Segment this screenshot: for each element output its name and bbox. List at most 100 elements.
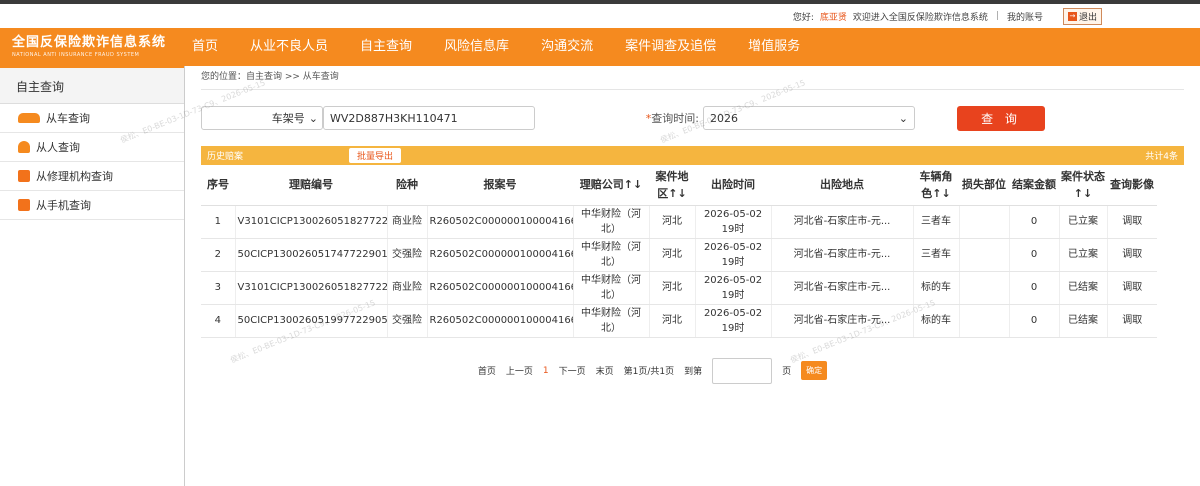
cell-claim-no: V3101CICP130026051827722907196: [235, 271, 388, 305]
col-header-sortable[interactable]: 案件地区↑↓: [649, 165, 695, 206]
table-header-bar: 历史赔案 批量导出 共计4条: [201, 146, 1184, 165]
search-row: 车架号 ⌄ *查询时间: 2026 ⌄ 查 询: [201, 90, 1184, 146]
cell-region: 河北: [649, 238, 696, 272]
cell-settle-amount: 0: [1009, 271, 1060, 305]
brand-cn: 全国反保险欺诈信息系统: [12, 35, 167, 50]
page-last[interactable]: 末页: [596, 364, 614, 377]
cell-report-no: R260502C00000010000416684: [427, 304, 574, 338]
col-header: 险种: [387, 165, 427, 206]
retrieve-image-link[interactable]: 调取: [1107, 304, 1157, 338]
col-header-sortable[interactable]: 车辆角色↑↓: [913, 165, 959, 206]
nav-value-added[interactable]: 增值服务: [732, 28, 816, 66]
table-row: 3 V3101CICP130026051827722907196 商业险 R26…: [201, 271, 1157, 305]
cell-index: 2: [201, 238, 236, 272]
cell-company: 中华财险（河北）: [573, 205, 650, 239]
sidebar-title: 自主查询: [0, 66, 184, 104]
cell-damage-part: [959, 238, 1010, 272]
col-header: 序号: [201, 165, 235, 206]
query-button[interactable]: 查 询: [957, 105, 1045, 131]
sidebar-item-label: 从手机查询: [36, 199, 91, 212]
chevron-down-icon: ⌄: [308, 111, 318, 125]
retrieve-image-link[interactable]: 调取: [1107, 205, 1157, 239]
cell-settle-amount: 0: [1009, 304, 1060, 338]
main-nav: 全国反保险欺诈信息系统 NATIONAL ANTI INSURANCE FRAU…: [0, 28, 1200, 66]
search-type-value: 车架号: [271, 112, 305, 125]
cell-index: 3: [201, 271, 236, 305]
col-header: 损失部位: [959, 165, 1009, 206]
cell-damage-part: [959, 271, 1010, 305]
cell-case-status: 已立案: [1059, 238, 1108, 272]
query-time-label: *查询时间:: [635, 110, 703, 126]
query-time-select[interactable]: 2026 ⌄: [703, 106, 915, 130]
sidebar-item-phone-query[interactable]: 从手机查询: [0, 191, 184, 220]
phone-icon: [18, 199, 30, 211]
page-jump-input[interactable]: [712, 357, 773, 384]
logout-label: 退出: [1078, 12, 1097, 23]
cell-company: 中华财险（河北）: [573, 304, 650, 338]
logout-button[interactable]: → 退出: [1062, 7, 1102, 25]
batch-export-button[interactable]: 批量导出: [349, 148, 402, 163]
brand-logo: 全国反保险欺诈信息系统 NATIONAL ANTI INSURANCE FRAU…: [0, 28, 178, 66]
cell-damage-part: [959, 304, 1010, 338]
col-header: 出险地点: [771, 165, 913, 206]
person-icon: [18, 141, 30, 153]
car-icon: [18, 113, 40, 123]
table-header-row: 序号 理赔编号 险种 报案号 理赔公司↑↓ 案件地区↑↓ 出险时间 出险地点 车…: [201, 165, 1157, 206]
cell-accident-time: 2026-05-02 19时: [695, 205, 772, 239]
col-header-sortable[interactable]: 案件状态↑↓: [1059, 165, 1107, 206]
cell-accident-location: 河北省-石家庄市-元...: [771, 238, 914, 272]
cell-accident-location: 河北省-石家庄市-元...: [771, 271, 914, 305]
cell-accident-location: 河北省-石家庄市-元...: [771, 205, 914, 239]
sidebar-item-vehicle-query[interactable]: 从车查询: [0, 104, 184, 133]
cell-accident-time: 2026-05-02 19时: [695, 271, 772, 305]
repair-shop-icon: [18, 170, 30, 182]
retrieve-image-link[interactable]: 调取: [1107, 238, 1157, 272]
page-confirm-button[interactable]: 确定: [801, 361, 828, 380]
cell-index: 4: [201, 304, 236, 338]
col-header: 理赔编号: [235, 165, 387, 206]
page-info: 第1页/共1页: [623, 367, 675, 377]
query-time-value: 2026: [710, 111, 738, 125]
welcome-text: 欢迎进入全国反保险欺诈信息系统: [852, 12, 988, 23]
cell-settle-amount: 0: [1009, 205, 1060, 239]
logout-icon: →: [1067, 11, 1077, 21]
vin-input[interactable]: [323, 106, 535, 130]
cell-case-status: 已结案: [1059, 304, 1108, 338]
search-type-select[interactable]: 车架号 ⌄: [201, 106, 323, 130]
page-goto-label: 到第: [684, 367, 703, 377]
my-account-link[interactable]: 我的账号: [1007, 10, 1043, 23]
col-header-sortable[interactable]: 理赔公司↑↓: [573, 165, 649, 206]
nav-case-investigation[interactable]: 案件调查及追偿: [609, 28, 732, 66]
table-row: 2 50CICP130026051747722901108577 交强险 R26…: [201, 238, 1157, 272]
nav-risk-database[interactable]: 风险信息库: [428, 28, 525, 66]
page-current[interactable]: 1: [543, 366, 549, 376]
nav-bad-practitioners[interactable]: 从业不良人员: [234, 28, 344, 66]
main-content: 您的位置：自主查询 >> 从车查询 车架号 ⌄ *查询时间: 2026 ⌄ 查 …: [119, 66, 1200, 486]
page-first[interactable]: 首页: [478, 364, 496, 377]
retrieve-image-link[interactable]: 调取: [1107, 271, 1157, 305]
page-next[interactable]: 下一页: [559, 364, 586, 377]
table-title: 历史赔案: [207, 152, 244, 162]
cell-insurance-type: 商业险: [387, 205, 428, 239]
cell-accident-location: 河北省-石家庄市-元...: [771, 304, 914, 338]
chevron-down-icon: ⌄: [898, 111, 908, 125]
cell-index: 1: [201, 205, 236, 239]
nav-self-query[interactable]: 自主查询: [344, 28, 428, 66]
cell-insurance-type: 交强险: [387, 238, 428, 272]
cell-region: 河北: [649, 271, 696, 305]
sidebar-item-person-query[interactable]: 从人查询: [0, 133, 184, 162]
sidebar-item-repair-query[interactable]: 从修理机构查询: [0, 162, 184, 191]
nav-communication[interactable]: 沟通交流: [525, 28, 609, 66]
cell-vehicle-role: 三者车: [913, 238, 960, 272]
cell-company: 中华财险（河北）: [573, 271, 650, 305]
cell-vehicle-role: 标的车: [913, 271, 960, 305]
separator: |: [995, 11, 999, 21]
cell-settle-amount: 0: [1009, 238, 1060, 272]
page-prev[interactable]: 上一页: [506, 364, 533, 377]
total-count: 共计4条: [1145, 152, 1178, 162]
col-header: 查询影像: [1107, 165, 1157, 206]
sidebar: 自主查询 从车查询 从人查询 从修理机构查询 从手机查询: [0, 66, 185, 486]
nav-home[interactable]: 首页: [178, 28, 234, 66]
cell-report-no: R260502C00000010000416683: [427, 205, 574, 239]
cell-case-status: 已立案: [1059, 205, 1108, 239]
